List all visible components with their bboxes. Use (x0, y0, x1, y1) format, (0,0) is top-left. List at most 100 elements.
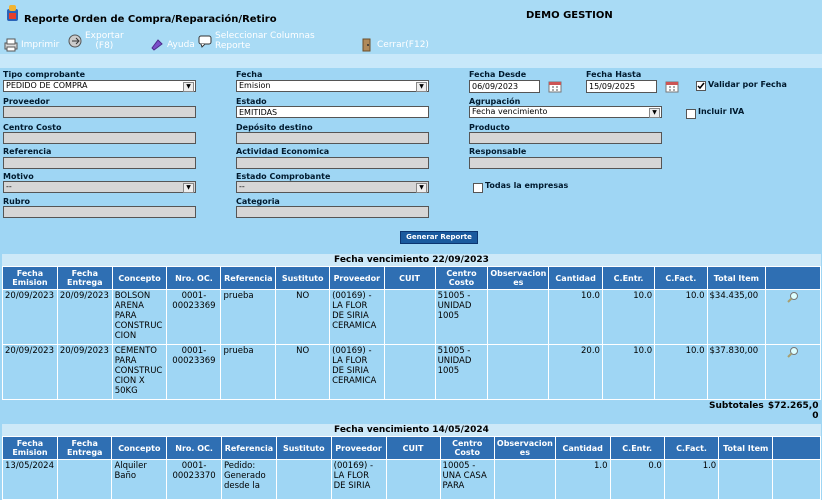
cell-nro: 0001-00023369 (166, 344, 222, 400)
col-total-item[interactable]: Total Item (718, 436, 774, 460)
subtotal-row: Subtotales $72.265,0 0 (3, 400, 821, 423)
cell-entrega (56, 459, 113, 500)
col-concepto[interactable]: Concepto (111, 436, 168, 460)
col-total-item[interactable]: Total Item (706, 266, 767, 290)
cell-proveedor: (00169) - LA FLOR DE SIRIA CERAMICA (329, 344, 385, 400)
cell-cantidad: 20.0 (548, 344, 603, 400)
cell-concepto: CEMENTO PARA CONSTRUC CION X 50KG (111, 344, 168, 400)
fecha-hasta-input[interactable]: 15/09/2025 (586, 80, 657, 93)
col-c-entr[interactable]: C.Entr. (609, 436, 665, 460)
export-shortcut: (F8) (95, 41, 114, 51)
fecha-select[interactable]: Emision ▼ (236, 80, 429, 92)
validar-por-fecha-checkbox[interactable] (696, 81, 706, 91)
motivo-select[interactable]: -- ▼ (3, 181, 196, 193)
col-sustituto[interactable]: Sustituto (275, 436, 332, 460)
fecha-hasta-label: Fecha Hasta (586, 70, 642, 79)
producto-input[interactable] (469, 132, 662, 144)
fecha-value: Emision (239, 81, 271, 90)
col-referencia[interactable]: Referencia (220, 436, 277, 460)
agrupacion-select[interactable]: Fecha vencimiento ▼ (469, 106, 662, 118)
table-row: 20/09/2023 20/09/2023 BOLSON ARENA PARA … (2, 289, 821, 345)
cell-centr: 10.0 (601, 289, 656, 345)
col-proveedor[interactable]: Proveedor (329, 266, 385, 290)
deposito-destino-input[interactable] (236, 132, 429, 144)
rubro-input[interactable] (3, 206, 196, 218)
actividad-economica-input[interactable] (236, 157, 429, 169)
centro-costo-input[interactable] (3, 132, 196, 144)
estado-input[interactable]: EMITIDAS (236, 106, 429, 118)
calendar-icon[interactable] (548, 80, 562, 93)
printer-icon (4, 38, 18, 52)
validar-por-fecha-label: Validar por Fecha (708, 80, 787, 89)
col-nro-oc[interactable]: Nro. OC. (166, 436, 222, 460)
todas-empresas-checkbox[interactable] (473, 183, 483, 193)
cell-emision: 13/05/2024 (2, 459, 58, 500)
cell-action (772, 459, 821, 500)
close-label: Cerrar(F12) (377, 40, 429, 50)
col-fecha-emision[interactable]: Fecha Emision (2, 436, 58, 460)
col-fecha-entrega[interactable]: Fecha Entrega (56, 266, 113, 290)
magnifier-icon[interactable] (787, 291, 799, 303)
centro-costo-label: Centro Costo (3, 123, 62, 132)
fecha-desde-input[interactable]: 06/09/2023 (469, 80, 540, 93)
incluir-iva-checkbox[interactable] (686, 109, 696, 119)
page-title: Reporte Orden de Compra/Reparación/Retir… (24, 14, 277, 25)
col-fecha-emision[interactable]: Fecha Emision (2, 266, 58, 290)
col-actions (772, 436, 821, 460)
chevron-down-icon: ▼ (416, 183, 427, 193)
table-header-row: Fecha Emision Fecha Entrega Concepto Nro. … (2, 266, 821, 290)
col-observaciones[interactable]: Observacion es (493, 436, 556, 460)
col-cantidad[interactable]: Cantidad (548, 266, 603, 290)
print-label: Imprimir (21, 40, 60, 50)
responsable-input[interactable] (469, 157, 662, 169)
estado-comprobante-select[interactable]: -- ▼ (236, 181, 429, 193)
col-nro-oc[interactable]: Nro. OC. (166, 266, 222, 290)
col-concepto[interactable]: Concepto (111, 266, 168, 290)
cell-cuit (383, 344, 436, 400)
subtotal-label: Subtotales (709, 401, 764, 411)
help-button[interactable]: Ayuda (150, 34, 195, 56)
close-button[interactable]: Cerrar(F12) (360, 34, 429, 56)
export-button[interactable]: Exportar (F8) (68, 30, 124, 52)
table-row: 20/09/2023 20/09/2023 CEMENTO PARA CONST… (2, 344, 821, 400)
subtotal-value-line1: $72.265,0 (767, 401, 819, 411)
cell-nro: 0001-00023370 (166, 459, 222, 500)
proveedor-input[interactable] (3, 106, 196, 118)
col-fecha-entrega[interactable]: Fecha Entrega (56, 436, 113, 460)
calendar-icon[interactable] (665, 80, 679, 93)
separator-strip (0, 54, 822, 68)
col-cantidad[interactable]: Cantidad (554, 436, 611, 460)
col-c-fact[interactable]: C.Fact. (654, 266, 708, 290)
referencia-input[interactable] (3, 157, 196, 169)
chevron-down-icon: ▼ (183, 183, 194, 193)
col-proveedor[interactable]: Proveedor (330, 436, 387, 460)
chevron-down-icon: ▼ (183, 82, 194, 92)
col-observaciones[interactable]: Observacion es (487, 266, 550, 290)
col-c-fact[interactable]: C.Fact. (663, 436, 720, 460)
magnifier-icon[interactable] (787, 346, 799, 358)
cell-total: $34.435,00 (706, 289, 767, 345)
actividad-economica-label: Actividad Economica (236, 147, 330, 156)
col-cuit[interactable]: CUIT (385, 436, 441, 460)
categoria-input[interactable] (236, 206, 429, 218)
company-name: DEMO GESTION (526, 10, 613, 21)
col-sustituto[interactable]: Sustituto (275, 266, 331, 290)
col-referencia[interactable]: Referencia (220, 266, 277, 290)
print-button[interactable]: Imprimir (4, 34, 59, 56)
tipo-comprobante-select[interactable]: PEDIDO DE COMPRA ▼ (3, 80, 196, 92)
estado-comprobante-label: Estado Comprobante (236, 172, 331, 181)
producto-label: Producto (469, 123, 510, 132)
col-centro-costo[interactable]: Centro Costo (439, 436, 495, 460)
generate-report-button[interactable]: Generar Reporte (400, 231, 478, 244)
col-c-entr[interactable]: C.Entr. (601, 266, 656, 290)
group-header: Fecha vencimiento 14/05/2024 (2, 424, 821, 436)
categoria-label: Categoria (236, 197, 280, 206)
table-header-row: Fecha Emision Fecha Entrega Concepto Nro. … (2, 436, 821, 460)
cell-centro: 51005 - UNIDAD 1005 (434, 289, 489, 345)
tipo-comprobante-label: Tipo comprobante (3, 70, 86, 79)
cell-cantidad: 10.0 (548, 289, 603, 345)
col-cuit[interactable]: CUIT (383, 266, 436, 290)
select-columns-button[interactable]: Seleccionar Columnas Reporte (198, 30, 315, 52)
cell-total: $37.830,00 (706, 344, 767, 400)
col-centro-costo[interactable]: Centro Costo (434, 266, 489, 290)
